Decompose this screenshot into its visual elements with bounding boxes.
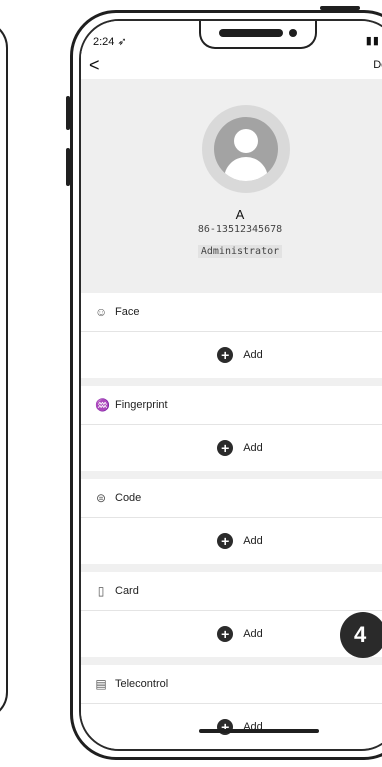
- section-code: ⊜ Code + Add: [81, 479, 382, 564]
- user-icon: [214, 117, 278, 181]
- navigation-bar: < Delete: [81, 51, 382, 79]
- adjacent-phone-frame: [0, 20, 8, 720]
- section-label: Face: [115, 306, 140, 318]
- add-label: Add: [243, 349, 263, 361]
- plus-icon: +: [217, 440, 234, 456]
- add-code-button[interactable]: + Add: [81, 518, 382, 564]
- add-fingerprint-button[interactable]: + Add: [81, 425, 382, 471]
- section-label: Telecontrol: [115, 678, 169, 690]
- section-face: ☺ Face + Add: [81, 293, 382, 378]
- delete-button[interactable]: Delete: [373, 59, 382, 71]
- user-role: Administrator: [197, 245, 283, 258]
- screenshot-stage: 2:24 ➶ ▮▮ ᯤ < Delete A: [0, 0, 382, 767]
- add-card-button[interactable]: + Add: [81, 611, 382, 657]
- card-icon: ▯: [97, 584, 105, 598]
- section-telecontrol: ▤ Telecontrol + Add: [81, 665, 382, 749]
- section-label: Code: [115, 492, 142, 504]
- add-label: Add: [243, 535, 263, 547]
- plus-icon: +: [217, 626, 234, 642]
- section-label: Card: [115, 585, 139, 597]
- signal-icon: ▮▮: [365, 35, 380, 47]
- section-fingerprint: ♒ Fingerprint + Add: [81, 386, 382, 471]
- section-header: ☺ Face: [81, 293, 382, 332]
- add-face-button[interactable]: + Add: [81, 332, 382, 378]
- user-name: A: [235, 207, 245, 222]
- section-header: ⊜ Code: [81, 479, 382, 518]
- back-button[interactable]: <: [89, 55, 100, 76]
- notch: [199, 21, 317, 49]
- remote-control-icon: ▤: [95, 677, 107, 691]
- add-label: Add: [243, 628, 263, 640]
- plus-icon: +: [217, 347, 234, 363]
- step-number-badge: 4: [340, 612, 382, 658]
- user-header: < Delete A 86-13512345678 Administrator: [81, 51, 382, 293]
- section-label: Fingerprint: [115, 399, 168, 411]
- fingerprint-icon: ♒: [95, 398, 110, 412]
- speaker-grille: [219, 29, 283, 37]
- section-header: ♒ Fingerprint: [81, 386, 382, 425]
- section-header: ▤ Telecontrol: [81, 665, 382, 704]
- phone-frame: 2:24 ➶ ▮▮ ᯤ < Delete A: [70, 10, 382, 760]
- phone-screen: 2:24 ➶ ▮▮ ᯤ < Delete A: [79, 19, 382, 751]
- face-icon: ☺: [95, 305, 108, 319]
- credential-sections: ☺ Face + Add ♒ Fingerprint + Add ⊜ Code …: [81, 293, 382, 749]
- section-card: ▯ Card + Add: [81, 572, 382, 657]
- section-header: ▯ Card: [81, 572, 382, 611]
- status-icons: ▮▮ ᯤ: [366, 33, 382, 48]
- camera-dot: [289, 29, 297, 37]
- code-icon: ⊜: [95, 491, 107, 505]
- location-arrow-icon: ➶: [114, 36, 127, 48]
- plus-icon: +: [217, 533, 234, 549]
- avatar[interactable]: [202, 105, 290, 193]
- home-indicator[interactable]: [199, 729, 319, 733]
- add-telecontrol-button[interactable]: + Add: [81, 704, 382, 749]
- add-label: Add: [243, 442, 263, 454]
- status-time: 2:24 ➶: [93, 36, 127, 48]
- user-phone: 86-13512345678: [197, 224, 283, 235]
